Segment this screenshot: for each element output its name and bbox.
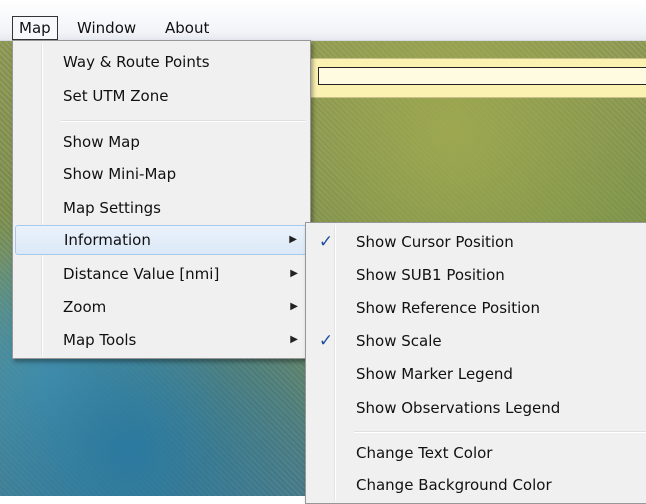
submenu-item-show-scale[interactable]: ✓ Show Scale (308, 325, 646, 357)
submenu-item-change-background-color[interactable]: Change Background Color (308, 469, 646, 501)
menu-item-map-settings[interactable]: Map Settings (15, 193, 308, 223)
map-info-field (318, 67, 646, 85)
menu-item-show-map[interactable]: Show Map (15, 127, 308, 157)
menu-item-label: Show Map (63, 133, 140, 151)
menu-item-label: Distance Value [nmi] (63, 265, 220, 283)
menu-map[interactable]: Map (12, 16, 58, 40)
submenu-item-change-text-color[interactable]: Change Text Color (308, 437, 646, 469)
submenu-item-label: Show Reference Position (356, 299, 540, 317)
menu-item-zoom[interactable]: Zoom ▶ (15, 292, 308, 322)
submenu-item-label: Show Observations Legend (356, 399, 561, 417)
submenu-item-show-sub1-position[interactable]: Show SUB1 Position (308, 259, 646, 291)
check-icon: ✓ (318, 331, 334, 351)
submenu-arrow-icon: ▶ (290, 301, 298, 312)
submenu-item-show-marker-legend[interactable]: Show Marker Legend (308, 358, 646, 390)
submenu-item-label: Show Scale (356, 332, 442, 350)
menu-item-map-tools[interactable]: Map Tools ▶ (15, 325, 308, 355)
menu-item-label: Set UTM Zone (63, 87, 169, 105)
check-icon: ✓ (318, 232, 334, 252)
submenu-item-show-reference-position[interactable]: Show Reference Position (308, 292, 646, 324)
menu-item-label: Show Mini-Map (63, 165, 177, 183)
submenu-item-label: Show Marker Legend (356, 365, 513, 383)
submenu-item-label: Show SUB1 Position (356, 266, 505, 284)
information-submenu: ✓ Show Cursor Position Show SUB1 Positio… (305, 222, 646, 504)
menu-item-label: Map Tools (63, 331, 137, 349)
submenu-separator (354, 431, 646, 433)
menu-about[interactable]: About (158, 17, 216, 39)
submenu-arrow-icon: ▶ (289, 234, 297, 245)
submenu-arrow-icon: ▶ (290, 334, 298, 345)
menu-bar: Map Window About (0, 0, 646, 41)
submenu-arrow-icon: ▶ (290, 268, 298, 279)
menu-item-label: Map Settings (63, 199, 161, 217)
map-dropdown-menu: Way & Route Points Set UTM Zone Show Map… (12, 40, 311, 359)
menu-item-distance-value[interactable]: Distance Value [nmi] ▶ (15, 259, 308, 289)
menu-item-label: Information (64, 231, 151, 249)
submenu-item-label: Show Cursor Position (356, 233, 514, 251)
menu-item-information[interactable]: Information ▶ (15, 225, 308, 255)
submenu-item-show-observations-legend[interactable]: Show Observations Legend (308, 392, 646, 424)
menu-separator (61, 120, 306, 122)
menu-item-label: Zoom (63, 298, 107, 316)
menu-item-show-mini-map[interactable]: Show Mini-Map (15, 159, 308, 189)
menu-item-set-utm-zone[interactable]: Set UTM Zone (15, 81, 308, 111)
menu-item-label: Way & Route Points (63, 53, 210, 71)
menu-window[interactable]: Window (70, 17, 143, 39)
submenu-item-label: Change Background Color (356, 476, 552, 494)
submenu-item-label: Change Text Color (356, 444, 493, 462)
submenu-item-show-cursor-position[interactable]: ✓ Show Cursor Position (308, 226, 646, 258)
menu-item-way-route-points[interactable]: Way & Route Points (15, 47, 308, 77)
map-info-bar (308, 58, 646, 98)
